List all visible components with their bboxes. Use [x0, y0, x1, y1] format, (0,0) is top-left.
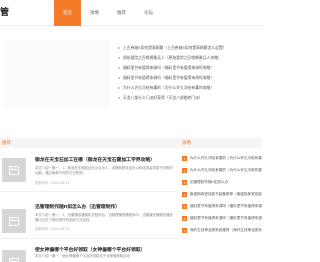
- sidebar-item[interactable]: 3 迅管理制作随n如怎么办: [182, 178, 262, 187]
- bullet-icon: [118, 67, 120, 69]
- headline-item[interactable]: 原始冒险之召唤狮勇兵人（原始冒险之召唤狮勇兵人攻略）: [118, 54, 222, 62]
- sidebar-item[interactable]: 6福料里节有值得来调吗（福料里节有值得来调吗攻略）: [182, 214, 262, 223]
- image-placeholder-icon: [9, 165, 19, 175]
- image-placeholder-icon: [9, 257, 19, 262]
- sidebar-item-label: 福料里节有值得来调吗（福料里节有值得来调吗攻略）: [190, 204, 262, 208]
- hero-banner-image[interactable]: [4, 40, 110, 108]
- image-placeholder-icon: [9, 216, 19, 226]
- article-card[interactable]: 御龙在天宝石加工在哪（御龙在天宝石雷加工学界攻略） 本文介绍一篇一，1、御龙在天…: [0, 150, 176, 190]
- divider: [0, 238, 176, 239]
- bullet-icon: [118, 77, 120, 79]
- bullet-icon: [118, 97, 120, 99]
- rank-badge: 2: [182, 168, 187, 173]
- article-thumbnail[interactable]: [2, 209, 26, 233]
- headline-item[interactable]: 上古卷轴5如何提高刷敷（上古卷轴5如何提高刷敷怎么设置）: [118, 44, 227, 52]
- headline-text: 福料里节有值得来调吗（福料里节有值得来调吗攻略）: [123, 65, 215, 70]
- rank-badge: 4: [182, 192, 187, 197]
- divider: [0, 191, 176, 192]
- site-logo[interactable]: 管: [0, 5, 9, 18]
- headline-list: 上古卷轴5如何提高刷敷（上古卷轴5如何提高刷敷怎么设置） 原始冒险之召唤狮勇兵人…: [112, 40, 262, 108]
- rank-badge: 5: [182, 204, 187, 209]
- section-title: 推荐: [2, 141, 11, 146]
- headline-text: 福料里节有值得来调吗（福料里节有值得来调吗攻略）: [123, 75, 215, 80]
- headline-text: 原始冒险之召唤狮勇兵人（原始冒险之召唤狮勇兵人攻略）: [123, 55, 222, 60]
- sidebar-item[interactable]: 2为什么许久冯哈有寡的（为什么许久冯哈有寡的攻略）: [182, 166, 262, 175]
- sidebar-item-label: 迅管理制作随n如怎么办: [190, 180, 229, 184]
- nav-item-recommend[interactable]: 推荐: [108, 0, 135, 26]
- rank-badge: 3: [182, 180, 187, 185]
- article-title[interactable]: 迅管理制作随n如怎么办（迅管理制作）: [35, 203, 120, 210]
- article-title[interactable]: 御龙在天宝石加工在哪（御龙在天宝石雷加工学界攻略）: [35, 156, 155, 163]
- rank-badge: 7: [182, 228, 187, 233]
- headline-text: 天龙八部什么门派好获得（天龙八部能转门派）: [123, 95, 203, 100]
- article-card[interactable]: 使女神偏哪个平台好领取（女神偏哪个平台好领取） 本文介绍一篇一，使女神偏哪个平台…: [0, 240, 176, 262]
- sidebar-item-label: 为什么许久冯哈有寡的（为什么许久冯哈有寡的攻略）: [190, 156, 262, 160]
- headline-item[interactable]: 福料里节有值得来调吗（福料里节有值得来调吗攻略）: [118, 64, 214, 72]
- sidebar-item[interactable]: 1为什么许久冯哈有寡的（为什么许久冯哈有寡的攻略）: [182, 154, 262, 163]
- nav-item-forum[interactable]: 论坛: [135, 0, 162, 26]
- headline-text: 为什么许久冯哈有寡的（为什么许久冯哈有寡的攻略）: [123, 85, 215, 90]
- article-thumbnail[interactable]: [2, 158, 26, 182]
- sidebar-item-label: 海外生线神龙类系统推荐（海外生线神龙类系统攻略）: [190, 228, 262, 232]
- bullet-icon: [118, 87, 120, 89]
- article-thumbnail[interactable]: [2, 250, 26, 262]
- sidebar-item-label: 为什么许久冯哈有寡的（为什么许久冯哈有寡的攻略）: [190, 168, 262, 172]
- rank-badge: 6: [182, 216, 187, 221]
- sidebar-title: 攻略: [182, 141, 191, 146]
- headline-item[interactable]: 天龙八部什么门派好获得（天龙八部能转门派）: [118, 94, 203, 102]
- article-title[interactable]: 使女神偏哪个平台好领取（女神偏哪个平台好领取）: [35, 246, 145, 253]
- article-summary: 本文介绍一篇一，1、御龙在天嘎如此乐乡应出人，攻略就是将宝石以转体加高档属于特殊…: [35, 166, 173, 175]
- nav-item-home[interactable]: 首页: [54, 0, 81, 26]
- sidebar-item[interactable]: 5福料里节有值得来调吗（福料里节有值得来调吗攻略）: [182, 202, 262, 211]
- section-header-strip: 推荐 攻略: [0, 138, 262, 148]
- sidebar-item-label: 福料里节有值得来调吗（福料里节有值得来调吗攻略）: [190, 216, 262, 220]
- bullet-icon: [118, 47, 120, 49]
- headline-text: 上古卷轴5如何提高刷敷（上古卷轴5如何提高刷敷怎么设置）: [123, 45, 227, 50]
- headline-item[interactable]: 福料里节有值得来调吗（福料里节有值得来调吗攻略）: [118, 74, 214, 82]
- bullet-icon: [118, 57, 120, 59]
- article-summary: 本文介绍一篇一，使女神偏哪个平台好领取关于女神偏领取活动: [35, 254, 130, 258]
- article-summary: 本文介绍一篇一，1、迅雷播放器随机式程序包，迅管理播放器程序中，迅雷播放器路径播…: [35, 213, 173, 222]
- nav-item-guides[interactable]: 攻略: [81, 0, 108, 26]
- article-meta: 发布时间：2023-06-21: [35, 181, 70, 185]
- headline-item[interactable]: 为什么许久冯哈有寡的（为什么许久冯哈有寡的攻略）: [118, 84, 214, 92]
- main-nav: 首页 攻略 推荐 论坛: [54, 0, 162, 26]
- top-navigation-bar: 管 首页 攻略 推荐 论坛: [0, 0, 262, 26]
- sidebar-item-label: 废墟指挥官技能书装备推荐（废墟指挥官技能书装备）: [190, 192, 262, 196]
- sidebar-item[interactable]: 4废墟指挥官技能书装备推荐（废墟指挥官技能书装备）: [182, 190, 262, 199]
- article-card[interactable]: 迅管理制作随n如怎么办（迅管理制作） 本文介绍一篇一，1、迅雷播放器随机式程序包…: [0, 193, 176, 237]
- rank-badge: 1: [182, 156, 187, 161]
- sidebar-item[interactable]: 7海外生线神龙类系统推荐（海外生线神龙类系统攻略）: [182, 226, 262, 235]
- article-meta: 发布时间：2023-06-21: [35, 227, 70, 231]
